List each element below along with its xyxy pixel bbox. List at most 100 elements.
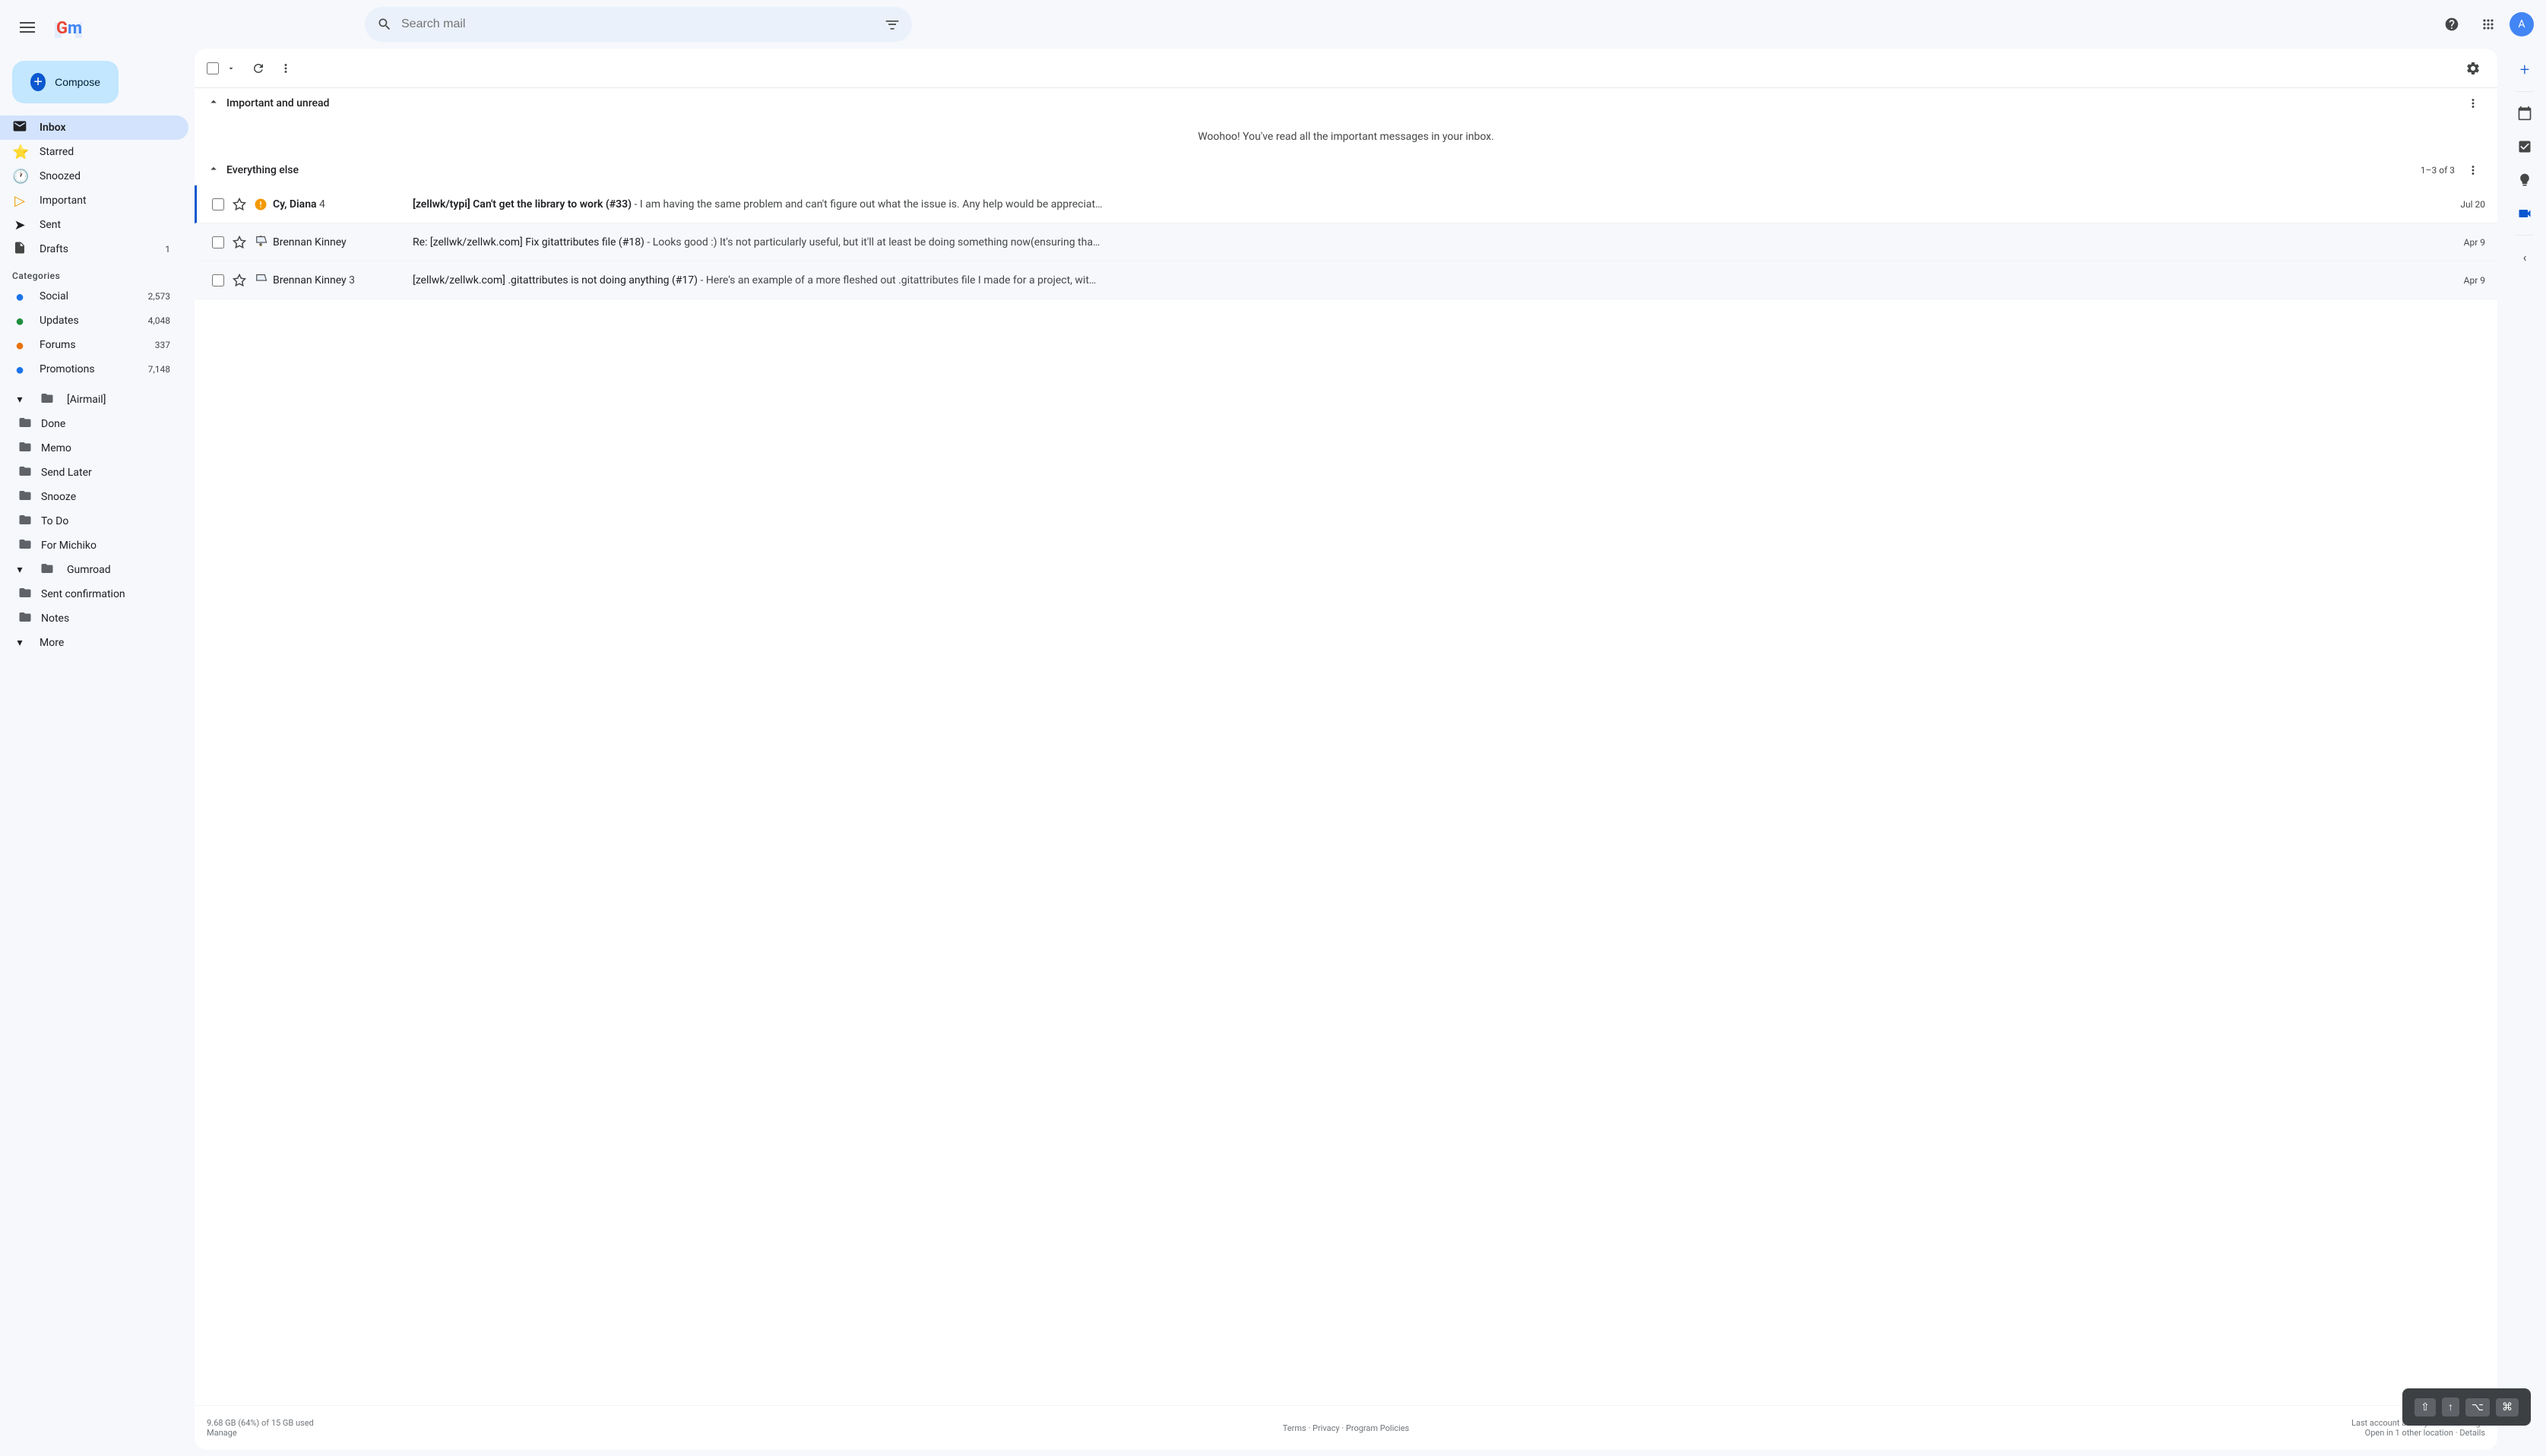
email-row[interactable]: Cy, Diana 4 [zellwk/typi] Can't get the … xyxy=(195,185,2497,223)
forums-count: 337 xyxy=(155,340,170,350)
nav-to-do[interactable]: To Do xyxy=(0,509,188,533)
details-link[interactable]: Details xyxy=(2459,1428,2485,1438)
privacy-link[interactable]: Privacy xyxy=(1313,1423,1340,1433)
search-filter-icon[interactable] xyxy=(885,17,900,32)
promotions-count: 7,148 xyxy=(148,364,170,375)
policies-link[interactable]: Program Policies xyxy=(1346,1423,1409,1433)
search-bar xyxy=(365,7,912,42)
right-panel-tasks-button[interactable] xyxy=(2510,131,2540,162)
important-label: Important xyxy=(40,195,170,207)
kbd-key-cmd: ⌘ xyxy=(2496,1398,2519,1416)
drafts-count: 1 xyxy=(165,244,170,255)
refresh-button[interactable] xyxy=(246,56,271,81)
email-list-container: Important and unread Woohoo! You've read… xyxy=(195,49,2497,1450)
nav-memo[interactable]: Memo xyxy=(0,436,188,461)
nav-airmail[interactable]: ▾ [Airmail] xyxy=(0,388,188,412)
social-dot: ● xyxy=(12,287,27,306)
search-input[interactable] xyxy=(401,17,876,31)
snooze-label: Snooze xyxy=(41,491,76,503)
forums-dot: ● xyxy=(12,336,27,355)
important-unread-collapse-button[interactable] xyxy=(207,95,220,112)
star-icon-2[interactable] xyxy=(230,236,249,249)
gumroad-folder-icon xyxy=(40,562,55,579)
nav-forums[interactable]: ● Forums 337 xyxy=(0,333,188,357)
star-icon-1[interactable] xyxy=(230,198,249,211)
to-do-folder-icon xyxy=(18,513,32,530)
nav-snooze[interactable]: Snooze xyxy=(0,485,188,509)
for-michiko-folder-icon xyxy=(18,537,32,554)
nav-notes[interactable]: Notes xyxy=(0,606,188,631)
nav-promotions[interactable]: ● Promotions 7,148 xyxy=(0,357,188,381)
compose-button[interactable]: + Compose xyxy=(12,61,119,103)
updates-label: Updates xyxy=(40,315,136,327)
right-panel-add-button[interactable]: + xyxy=(2510,55,2540,85)
email-sender-2: Brennan Kinney xyxy=(273,236,410,248)
nav-social[interactable]: ● Social 2,573 xyxy=(0,284,188,309)
compose-label: Compose xyxy=(55,76,100,88)
more-options-button[interactable] xyxy=(274,56,298,81)
starred-icon: ⭐ xyxy=(12,144,27,160)
email-date-2: Apr 9 xyxy=(2440,237,2485,248)
nav-snoozed[interactable]: 🕐 Snoozed xyxy=(0,164,188,188)
nav-more[interactable]: ▾ More xyxy=(0,631,188,655)
svg-text:Gmail: Gmail xyxy=(56,19,82,38)
important-unread-more-button[interactable] xyxy=(2461,91,2485,116)
right-panel-calendar-button[interactable] xyxy=(2510,98,2540,128)
select-dropdown-button[interactable] xyxy=(219,56,243,81)
email-row[interactable]: Brennan Kinney Re: [zellwk/zellwk.com] F… xyxy=(195,223,2497,261)
keyboard-shortcut-popup: ⇧ ↑ ⌥ ⌘ xyxy=(2402,1388,2531,1426)
manage-link[interactable]: Manage xyxy=(207,1428,237,1438)
sent-label: Sent xyxy=(40,219,170,231)
nav-send-later[interactable]: Send Later xyxy=(0,461,188,485)
for-michiko-label: For Michiko xyxy=(41,540,97,552)
more-expand-icon: ▾ xyxy=(12,637,27,649)
everything-else-title: Everything else xyxy=(226,164,2421,176)
notes-folder-icon xyxy=(18,610,32,627)
account-activity: Last account activity: 0 minutes ago Ope… xyxy=(1726,1418,2485,1438)
nav-updates[interactable]: ● Updates 4,048 xyxy=(0,309,188,333)
select-all-checkbox[interactable] xyxy=(207,62,219,74)
important-unread-section-header: Important and unread xyxy=(195,88,2497,119)
hamburger-menu[interactable] xyxy=(12,12,43,43)
email-date-3: Apr 9 xyxy=(2440,275,2485,286)
search-icon xyxy=(377,17,392,32)
nav-for-michiko[interactable]: For Michiko xyxy=(0,533,188,558)
open-location-link[interactable]: Open in 1 other location xyxy=(2365,1428,2453,1438)
help-button[interactable] xyxy=(2437,9,2467,40)
terms-link[interactable]: Terms xyxy=(1283,1423,1306,1433)
email-row[interactable]: Brennan Kinney 3 [zellwk/zellwk.com] .gi… xyxy=(195,261,2497,299)
notes-label: Notes xyxy=(41,612,69,625)
everything-else-more-button[interactable] xyxy=(2461,158,2485,182)
important-marker-2 xyxy=(252,236,270,249)
storage-info: 9.68 GB (64%) of 15 GB used Manage xyxy=(207,1418,966,1438)
social-count: 2,573 xyxy=(148,291,170,302)
star-icon-3[interactable] xyxy=(230,274,249,287)
email-subject-snippet-3: [zellwk/zellwk.com] .gitattributes is no… xyxy=(413,274,2437,286)
everything-else-count: 1–3 of 3 xyxy=(2421,165,2455,176)
important-icon: ▷ xyxy=(12,193,27,209)
app-header: A xyxy=(195,0,2546,49)
inbox-icon xyxy=(12,119,27,138)
email-checkbox-1[interactable] xyxy=(209,198,227,210)
everything-else-section-header: Everything else 1–3 of 3 xyxy=(195,155,2497,185)
right-panel-keep-button[interactable] xyxy=(2510,165,2540,195)
right-panel-meet-button[interactable] xyxy=(2510,198,2540,229)
right-panel-expand-button[interactable]: ‹ xyxy=(2510,242,2540,272)
settings-button[interactable] xyxy=(2461,56,2485,81)
nav-sent-confirmation[interactable]: Sent confirmation xyxy=(0,582,188,606)
nav-important[interactable]: ▷ Important xyxy=(0,188,188,213)
important-marker-1 xyxy=(252,198,270,211)
everything-else-collapse-button[interactable] xyxy=(207,162,220,179)
avatar[interactable]: A xyxy=(2510,12,2534,36)
email-checkbox-2[interactable] xyxy=(209,236,227,248)
nav-drafts[interactable]: Drafts 1 xyxy=(0,237,188,261)
nav-done[interactable]: Done xyxy=(0,412,188,436)
nav-starred[interactable]: ⭐ Starred xyxy=(0,140,188,164)
nav-inbox[interactable]: Inbox xyxy=(0,116,188,140)
social-label: Social xyxy=(40,290,136,302)
apps-button[interactable] xyxy=(2473,9,2503,40)
to-do-label: To Do xyxy=(41,515,68,527)
email-checkbox-3[interactable] xyxy=(209,274,227,286)
nav-gumroad[interactable]: ▾ Gumroad xyxy=(0,558,188,582)
nav-sent[interactable]: ➤ Sent xyxy=(0,213,188,237)
